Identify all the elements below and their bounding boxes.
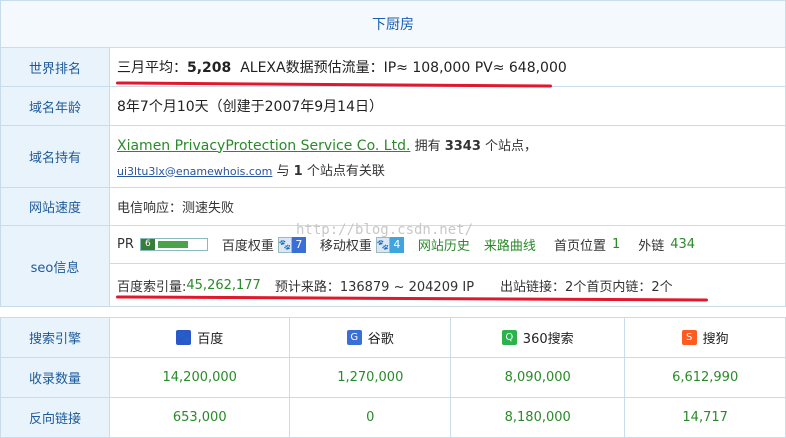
engine-google: G 谷歌: [289, 317, 452, 358]
baidu-paw-icon: 🐾: [176, 330, 192, 345]
mobile-weight-value: 4: [389, 236, 404, 253]
index-label: 百度索引量:: [117, 279, 187, 295]
google-g-icon: G: [346, 330, 362, 345]
pr-bar-icon: [157, 241, 188, 248]
backlinks-360: 8,180,000: [450, 397, 626, 438]
outlink-value: 434: [670, 237, 696, 252]
indexed-label: 收录数量: [0, 357, 110, 398]
owns-count: 3343: [444, 138, 481, 154]
engine-name: 百度: [197, 332, 224, 347]
owner-label: 域名持有: [0, 125, 110, 188]
sogou-s-icon: S: [681, 330, 697, 345]
owns-suffix: 个站点，: [485, 138, 538, 154]
speed-label: 网站速度: [0, 187, 110, 226]
age-label: 域名年龄: [0, 86, 110, 126]
engine-name: 谷歌: [367, 332, 394, 347]
related-suffix: 个站点有关联: [306, 163, 385, 179]
engine-col-header: 搜索引擎: [0, 317, 110, 358]
backlinks-google: 0: [289, 397, 452, 438]
owner-company-link[interactable]: Xiamen PrivacyProtection Service Co. Ltd…: [117, 138, 410, 154]
owner-value-cell: Xiamen PrivacyProtection Service Co. Ltd…: [109, 125, 786, 188]
speed-value: 电信响应：测速失败: [109, 187, 786, 226]
outlink-label: 外链: [638, 239, 665, 254]
indexed-google: 1,270,000: [289, 357, 452, 398]
owner-email-link[interactable]: ui3ltu3lx@enamewhois.com: [117, 165, 272, 178]
baidu-weight-label: 百度权重: [221, 239, 274, 254]
backlinks-label: 反向链接: [0, 397, 110, 438]
out-links: 出站链接：2个首页内链：2个: [500, 279, 673, 295]
related-prefix: 与: [276, 163, 290, 179]
backlinks-sogou: 14,717: [624, 397, 786, 438]
engine-header-row: 搜索引擎 🐾 百度 G 谷歌 Q 360搜索 S 搜狗: [0, 317, 786, 358]
indexed-baidu: 14,200,000: [108, 357, 291, 398]
age-value: 8年7个月10天（创建于2007年9月14日）: [109, 86, 786, 126]
engine-name: 搜狗: [702, 332, 729, 347]
engine-360: Q 360搜索: [450, 317, 626, 358]
rank-value-cell: 三月平均：5,208 ALEXA数据预估流量：IP≈ 108,000 PV≈ 6…: [109, 47, 786, 87]
rank-prefix: 三月平均：: [117, 60, 187, 76]
indexed-360: 8,090,000: [450, 357, 626, 398]
related-count: 1: [293, 163, 303, 179]
expected-traffic: 预计来路：136879 ~ 204209 IP: [274, 279, 475, 295]
curve-link[interactable]: 来路曲线: [484, 235, 536, 254]
indexed-sogou: 6,612,990: [624, 357, 786, 398]
home-pos-value: 1: [611, 237, 621, 252]
pr-value: 6: [140, 239, 155, 250]
rank-label: 世界排名: [0, 47, 110, 87]
watermark: http://blog.csdn.net/: [296, 222, 474, 238]
backlinks-baidu: 653,000: [108, 397, 291, 438]
site-title: 下厨房: [0, 0, 786, 48]
backlinks-row: 反向链接 653,000 0 8,180,000 14,717: [0, 397, 786, 438]
paw-icon: 🐾: [277, 236, 292, 253]
alexa-estimate: ALEXA数据预估流量：IP≈ 108,000 PV≈ 648,000: [240, 60, 567, 76]
home-pos-label: 首页位置: [553, 239, 606, 254]
mobile-paw-icon: 🐾: [375, 236, 390, 253]
mobile-weight-badge: 🐾 4: [375, 236, 404, 253]
rank-number: 5,208: [187, 60, 232, 76]
owns-prefix: 拥有: [414, 138, 441, 154]
engine-name: 360搜索: [522, 332, 574, 347]
360-search-icon: Q: [501, 330, 517, 345]
search-engine-table: 搜索引擎 🐾 百度 G 谷歌 Q 360搜索 S 搜狗 收录数量 14,200,000 …: [0, 317, 786, 438]
site-info-table: 下厨房 世界排名 三月平均：5,208 ALEXA数据预估流量：IP≈ 108,…: [0, 0, 786, 307]
engine-sogou: S 搜狗: [624, 317, 786, 358]
engine-baidu: 🐾 百度: [108, 317, 291, 358]
seo-label: seo信息: [0, 225, 110, 307]
baidu-weight-badge: 🐾 7: [277, 236, 306, 253]
baidu-weight-value: 7: [291, 236, 306, 253]
index-value: 45,262,177: [186, 277, 261, 293]
pr-badge: 6: [139, 238, 208, 251]
pr-label: PR: [117, 237, 134, 252]
indexed-row: 收录数量 14,200,000 1,270,000 8,090,000 6,61…: [0, 357, 786, 398]
